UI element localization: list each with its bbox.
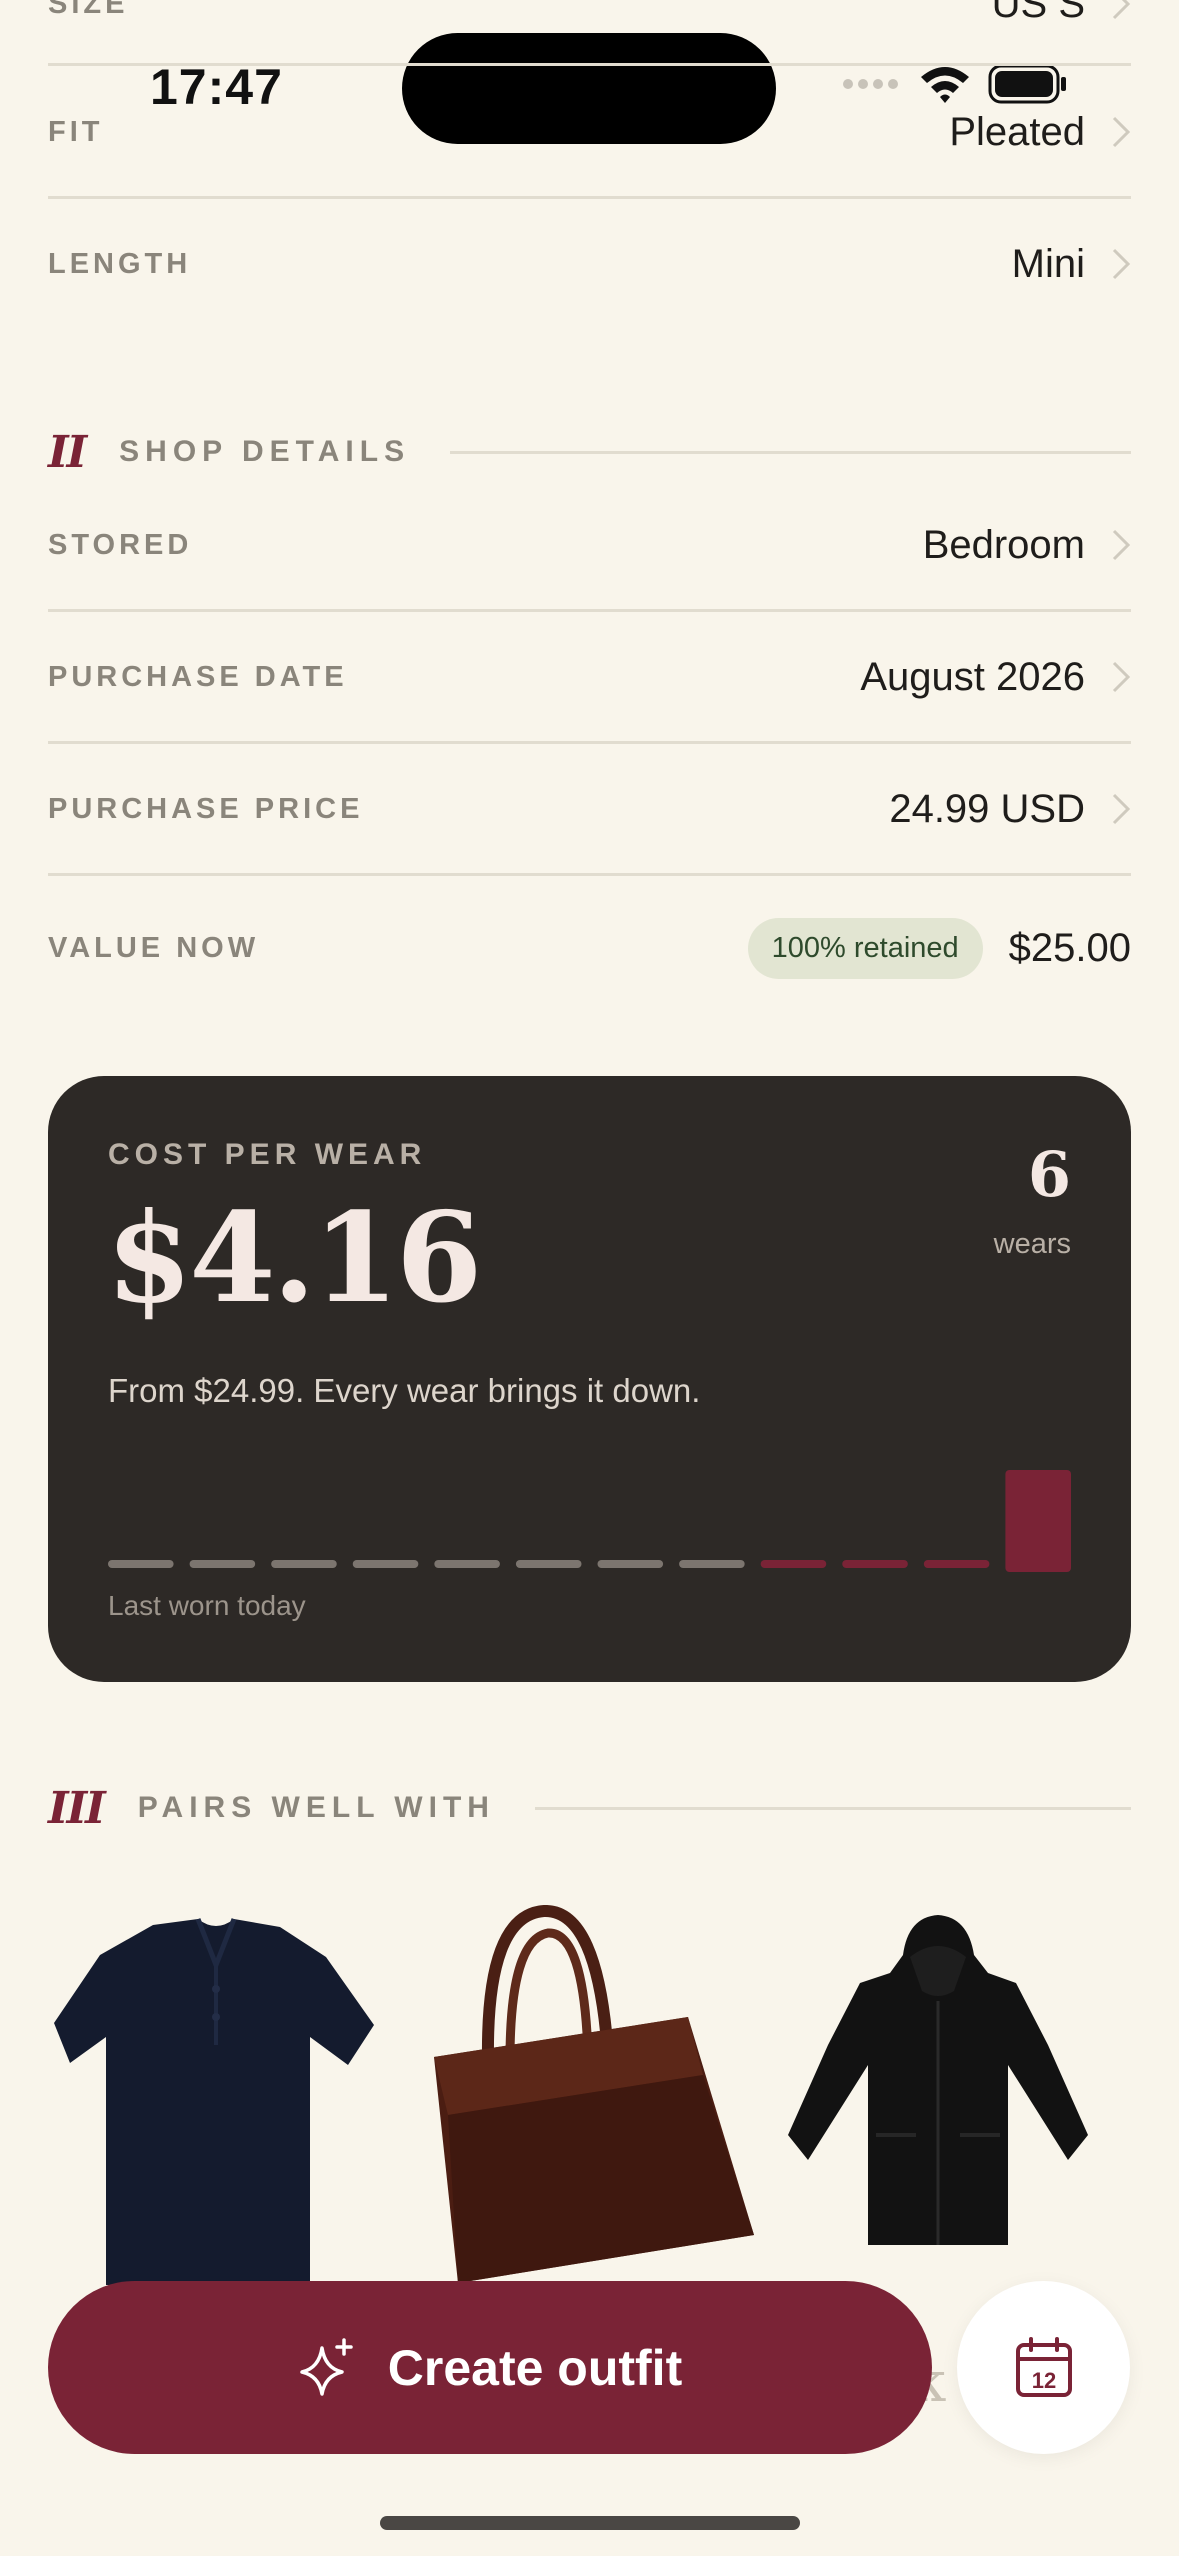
pair-item-brown-leather-tote[interactable]: [434, 1905, 754, 2283]
calendar-day: 12: [1031, 2368, 1055, 2393]
section-rule: [450, 450, 1131, 454]
attribute-label: SIZE: [48, 0, 129, 20]
attribute-value: Mini: [1011, 241, 1085, 286]
attribute-label: LENGTH: [48, 247, 192, 280]
cellular-signal-icon: [843, 79, 898, 89]
create-outfit-button[interactable]: Create outfit: [48, 2281, 932, 2454]
sparkle-icon: [300, 2337, 353, 2396]
attribute-value: Pleated: [949, 109, 1085, 154]
attribute-label: FIT: [48, 115, 104, 148]
attribute-row-size[interactable]: SIZE US S: [48, 0, 1131, 34]
cost-per-wear-description: From $24.99. Every wear brings it down.: [108, 1372, 701, 1409]
section-numeral: II: [48, 426, 87, 478]
row-divider: [48, 196, 1131, 199]
attribute-row-length[interactable]: LENGTH Mini: [48, 232, 1131, 296]
shop-row-purchase-price[interactable]: PURCHASE PRICE 24.99 USD: [48, 777, 1131, 841]
section-header-shop-details: II SHOP DETAILS: [48, 424, 1131, 480]
section-rule: [534, 1806, 1131, 1810]
wear-count-unit: wears: [993, 1228, 1071, 1260]
shop-row-value: 24.99 USD: [889, 786, 1085, 831]
timeline-current-wear: [1005, 1470, 1071, 1572]
timeline-unworn-slot: [108, 1560, 174, 1568]
shop-row-label: STORED: [48, 528, 193, 561]
wifi-icon: [921, 67, 969, 103]
timeline-unworn-slot: [515, 1560, 582, 1568]
timeline-worn-slot: [842, 1560, 908, 1568]
retained-badge: 100% retained: [747, 917, 983, 979]
row-divider: [48, 741, 1131, 744]
shop-row-value: Bedroom: [922, 522, 1085, 567]
home-indicator: [380, 2516, 800, 2530]
chevron-right-icon: [1112, 116, 1131, 148]
wear-count: 6: [1027, 1138, 1071, 1211]
value-now-label: VALUE NOW: [48, 931, 260, 964]
timeline-worn-slot: [923, 1560, 990, 1568]
timeline-worn-slot: [760, 1560, 827, 1568]
calendar-icon: 12: [1015, 2336, 1072, 2397]
pair-item-navy-polo-shirt[interactable]: [54, 1918, 374, 2285]
shop-row-value: August 2026: [860, 654, 1085, 699]
pair-item-black-hooded-coat[interactable]: [788, 1915, 1088, 2245]
timeline-unworn-slot: [679, 1560, 745, 1568]
timeline-unworn-slot: [434, 1560, 500, 1568]
shop-row-stored[interactable]: STORED Bedroom: [48, 513, 1131, 577]
last-worn-text: Last worn today: [108, 1590, 306, 1621]
shop-row-label: PURCHASE DATE: [48, 660, 348, 693]
chevron-right-icon: [1112, 0, 1131, 20]
timeline-unworn-slot: [189, 1560, 256, 1568]
create-outfit-label: Create outfit: [387, 2339, 683, 2396]
timeline-unworn-slot: [271, 1560, 337, 1568]
section-header-pairs-well-with: III PAIRS WELL WITH: [48, 1780, 1131, 1836]
timeline-unworn-slot: [597, 1560, 664, 1568]
pairs-well-with-items: [54, 1905, 1088, 2285]
section-title: PAIRS WELL WITH: [137, 1791, 495, 1824]
shop-row-label: PURCHASE PRICE: [48, 792, 364, 825]
section-title: SHOP DETAILS: [119, 435, 411, 468]
chevron-right-icon: [1112, 661, 1131, 693]
status-icons: [842, 64, 1068, 104]
cost-per-wear-label: COST PER WEAR: [108, 1138, 427, 1171]
chevron-right-icon: [1112, 793, 1131, 825]
chevron-right-icon: [1112, 529, 1131, 561]
value-now-row: VALUE NOW 100% retained $25.00: [48, 912, 1131, 984]
row-divider: [48, 609, 1131, 612]
value-now-amount: $25.00: [1008, 925, 1131, 970]
battery-icon: [988, 64, 1066, 104]
cost-per-wear-card: COST PER WEAR $4.16 6 wears From $24.99.…: [48, 1076, 1131, 1682]
row-divider: [48, 63, 1131, 66]
shop-row-purchase-date[interactable]: PURCHASE DATE August 2026: [48, 645, 1131, 709]
timeline-unworn-slot: [352, 1560, 419, 1568]
row-divider: [48, 873, 1131, 876]
section-numeral: III: [48, 1782, 106, 1834]
calendar-button[interactable]: 12: [957, 2281, 1130, 2454]
cost-per-wear-price: $4.16: [106, 1186, 482, 1331]
attribute-value: US S: [991, 0, 1085, 26]
attribute-row-fit[interactable]: FIT Pleated: [48, 100, 1131, 164]
chevron-right-icon: [1112, 248, 1131, 280]
